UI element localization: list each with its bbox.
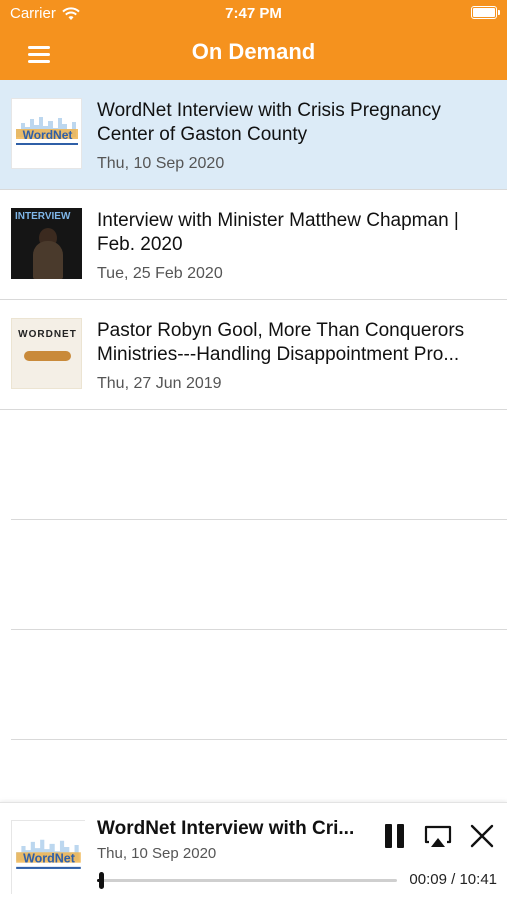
wordnet-logo-icon: WordNet (12, 99, 81, 168)
empty-list-row (0, 630, 507, 740)
battery-icon (471, 6, 500, 19)
nav-bar: On Demand (0, 28, 507, 80)
player-date: Thu, 10 Sep 2020 (97, 845, 217, 862)
bread-icon (24, 351, 71, 361)
wordnet-bread-thumbnail: WORDNET (11, 318, 82, 389)
pause-icon[interactable] (381, 821, 409, 851)
empty-list-row (0, 520, 507, 630)
wordnet-logo-icon: WordNet (12, 821, 86, 895)
list-item[interactable]: WORDNET Pastor Robyn Gool, More Than Con… (0, 300, 507, 410)
progress-knob[interactable] (99, 872, 105, 889)
wordnet-logo-thumbnail: WordNet (11, 98, 82, 169)
list-item-date: Thu, 10 Sep 2020 (97, 155, 225, 172)
status-bar: Carrier 7:47 PM (0, 0, 507, 28)
player-title: WordNet Interview with Cri... (97, 818, 355, 839)
mini-player: WordNet WordNet Interview with Cri... Th… (0, 802, 507, 900)
on-demand-list: WordNet WordNet Interview with Crisis Pr… (0, 80, 507, 740)
list-item[interactable]: INTERVIEW Interview with Minister Matthe… (0, 190, 507, 300)
list-item-title: Pastor Robyn Gool, More Than Conquerors … (97, 320, 465, 365)
list-item-date: Tue, 25 Feb 2020 (97, 265, 223, 282)
interview-badge-text: INTERVIEW (15, 211, 71, 222)
close-icon[interactable] (468, 821, 496, 851)
app-header: Carrier 7:47 PM On Demand (0, 0, 507, 80)
wordnet-logo-text: WordNet (23, 128, 73, 142)
list-item-title: Interview with Minister Matthew Chapman … (97, 210, 459, 255)
status-clock: 7:47 PM (225, 5, 282, 22)
wordnet-logo-text: WordNet (23, 852, 76, 866)
interview-thumbnail: INTERVIEW (11, 208, 82, 279)
empty-list-row (0, 410, 507, 520)
list-item[interactable]: WordNet WordNet Interview with Crisis Pr… (0, 80, 507, 190)
playback-progress-slider[interactable] (97, 872, 397, 889)
page-title: On Demand (191, 39, 316, 64)
person-body-image (33, 241, 63, 279)
playback-time: 00:09 / 10:41 (409, 871, 497, 888)
list-item-title: WordNet Interview with Crisis Pregnancy … (97, 100, 441, 145)
player-thumbnail: WordNet (11, 820, 86, 895)
wordnet-logo-text: WORDNET (18, 329, 77, 340)
list-item-date: Thu, 27 Jun 2019 (97, 375, 222, 392)
airplay-icon[interactable] (423, 821, 453, 851)
